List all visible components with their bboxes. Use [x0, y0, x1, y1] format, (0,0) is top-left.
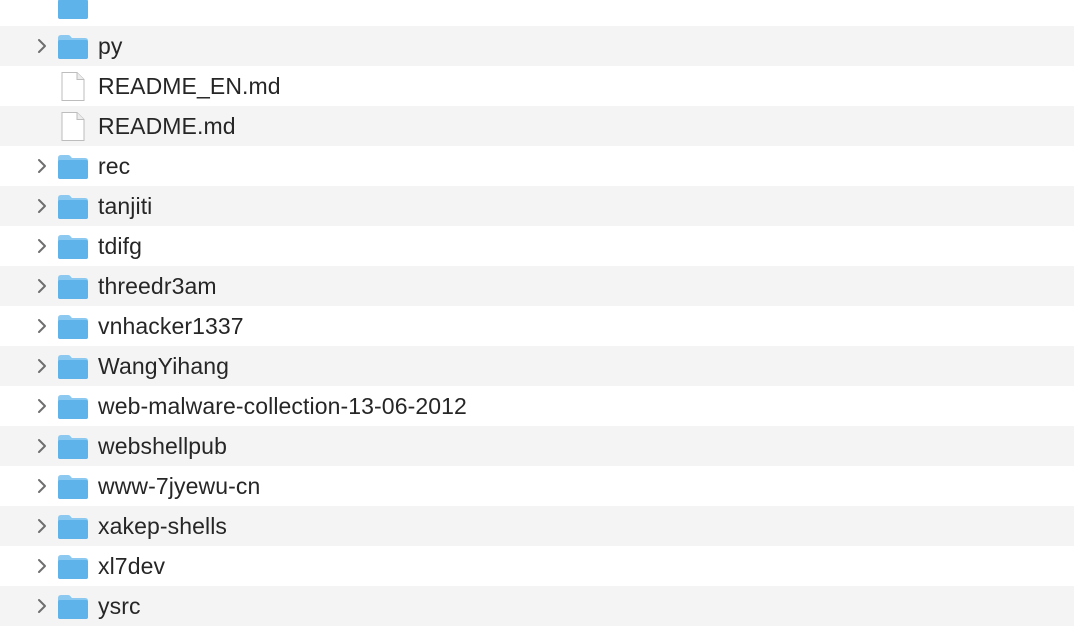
chevron-right-icon[interactable]: [34, 518, 50, 534]
chevron-right-icon[interactable]: [34, 238, 50, 254]
item-label: xakep-shells: [98, 513, 228, 539]
list-item[interactable]: README.md: [0, 106, 1074, 146]
item-label: tdifg: [98, 233, 142, 259]
list-item[interactable]: README_EN.md: [0, 66, 1074, 106]
item-label: vnhacker1337: [98, 313, 244, 339]
folder-icon: [56, 391, 90, 421]
folder-icon: [56, 351, 90, 381]
folder-icon: [56, 431, 90, 461]
item-label: www-7jyewu-cn: [98, 473, 261, 499]
list-item[interactable]: tanjiti: [0, 186, 1074, 226]
list-item[interactable]: threedr3am: [0, 266, 1074, 306]
chevron-right-icon[interactable]: [34, 478, 50, 494]
chevron-right-icon[interactable]: [34, 158, 50, 174]
list-item[interactable]: xakep-shells: [0, 506, 1074, 546]
list-item[interactable]: www-7jyewu-cn: [0, 466, 1074, 506]
chevron-right-icon[interactable]: [34, 278, 50, 294]
folder-icon: [56, 471, 90, 501]
chevron-right-icon[interactable]: [34, 318, 50, 334]
item-label: web-malware-collection-13-06-2012: [98, 393, 467, 419]
list-item[interactable]: webshellpub: [0, 426, 1074, 466]
folder-icon: [56, 551, 90, 581]
list-item[interactable]: vnhacker1337: [0, 306, 1074, 346]
chevron-right-icon[interactable]: [34, 398, 50, 414]
item-label: tanjiti: [98, 193, 153, 219]
chevron-right-icon[interactable]: [34, 558, 50, 574]
folder-icon: [56, 591, 90, 621]
chevron-right-icon[interactable]: [34, 198, 50, 214]
document-icon: [56, 111, 90, 141]
chevron-right-icon[interactable]: [34, 38, 50, 54]
item-label: py: [98, 33, 123, 59]
list-item[interactable]: ysrc: [0, 586, 1074, 626]
folder-icon: [56, 31, 90, 61]
item-label: WangYihang: [98, 353, 229, 379]
folder-icon: [56, 231, 90, 261]
list-item[interactable]: [0, 0, 1074, 26]
folder-icon: [56, 271, 90, 301]
item-label: README.md: [98, 113, 236, 139]
item-label: ysrc: [98, 593, 141, 619]
list-item[interactable]: rec: [0, 146, 1074, 186]
list-item[interactable]: py: [0, 26, 1074, 66]
folder-icon: [56, 511, 90, 541]
item-label: README_EN.md: [98, 73, 281, 99]
item-label: threedr3am: [98, 273, 217, 299]
item-label: rec: [98, 153, 131, 179]
item-label: webshellpub: [98, 433, 227, 459]
folder-icon: [56, 191, 90, 221]
list-item[interactable]: WangYihang: [0, 346, 1074, 386]
list-item[interactable]: web-malware-collection-13-06-2012: [0, 386, 1074, 426]
folder-icon: [56, 151, 90, 181]
file-list: py README_EN.md README.md rec tanjiti td…: [0, 0, 1074, 626]
document-icon: [56, 71, 90, 101]
folder-icon: [56, 311, 90, 341]
item-label: xl7dev: [98, 553, 166, 579]
list-item[interactable]: tdifg: [0, 226, 1074, 266]
chevron-right-icon[interactable]: [34, 358, 50, 374]
list-item[interactable]: xl7dev: [0, 546, 1074, 586]
folder-icon: [56, 0, 90, 21]
chevron-right-icon[interactable]: [34, 438, 50, 454]
